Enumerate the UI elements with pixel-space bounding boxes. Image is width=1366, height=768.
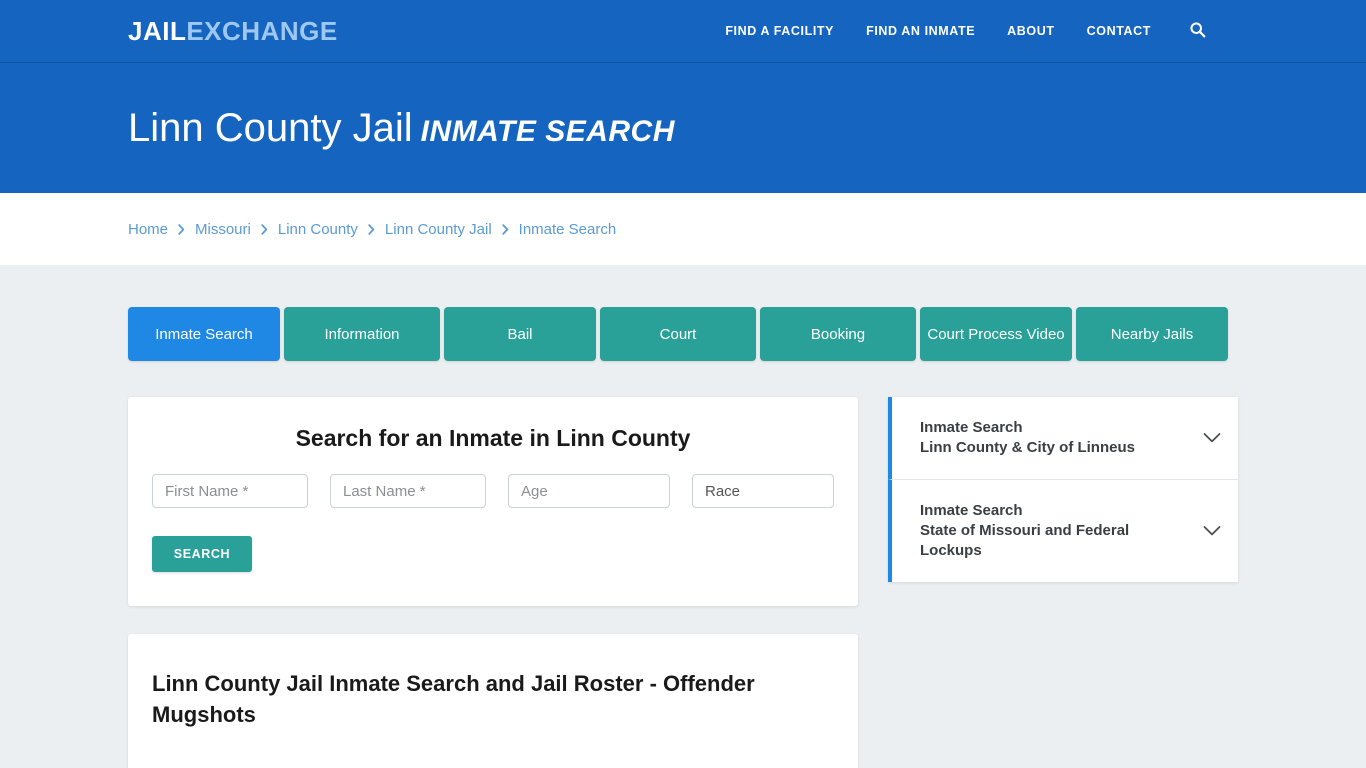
search-submit-button[interactable]: SEARCH [152, 536, 252, 572]
sidebar-item-inmate-search-state-federal[interactable]: Inmate Search State of Missouri and Fede… [888, 478, 1238, 582]
tab-information[interactable]: Information [284, 307, 440, 361]
nav-item-find-a-facility[interactable]: FIND A FACILITY [725, 24, 834, 38]
breadcrumb-bar: Home Missouri Linn County Linn County Ja… [0, 193, 1366, 265]
article-heading: Linn County Jail Inmate Search and Jail … [152, 671, 755, 728]
tab-booking[interactable]: Booking [760, 307, 916, 361]
first-name-input[interactable] [152, 474, 308, 508]
breadcrumb-item-linn-county-jail[interactable]: Linn County Jail [385, 221, 492, 238]
sidebar-accordion: Inmate Search Linn County & City of Linn… [888, 397, 1238, 582]
tab-court-process-video[interactable]: Court Process Video [920, 307, 1072, 361]
site-logo[interactable]: JAILEXCHANGE [128, 16, 338, 47]
breadcrumb: Home Missouri Linn County Linn County Ja… [128, 221, 616, 238]
main-column: Search for an Inmate in Linn County Race… [128, 397, 858, 768]
chevron-right-icon [177, 223, 186, 235]
nav-item-contact[interactable]: CONTACT [1087, 24, 1151, 38]
age-input[interactable] [508, 474, 670, 508]
sidebar: Inmate Search Linn County & City of Linn… [888, 397, 1238, 582]
page-title: Linn County Jail INMATE SEARCH [128, 106, 675, 150]
breadcrumb-item-inmate-search: Inmate Search [518, 220, 617, 238]
sidebar-item-subtitle: State of Missouri and Federal Lockups [920, 521, 1130, 559]
sidebar-item-label: Inmate Search State of Missouri and Fede… [920, 501, 1190, 561]
search-icon [1189, 21, 1206, 41]
page-title-main: Linn County Jail [128, 106, 413, 150]
sidebar-item-label: Inmate Search Linn County & City of Linn… [920, 418, 1190, 458]
logo-text-primary: JAIL [128, 15, 187, 46]
breadcrumb-item-missouri[interactable]: Missouri [195, 221, 251, 238]
chevron-down-icon [1202, 521, 1222, 541]
nav-item-find-an-inmate[interactable]: FIND AN INMATE [866, 24, 975, 38]
content-columns: Search for an Inmate in Linn County Race… [128, 397, 1238, 768]
page-title-sub: INMATE SEARCH [420, 115, 675, 148]
sidebar-item-title: Inmate Search [920, 501, 1023, 519]
race-select[interactable]: Race [692, 474, 834, 508]
last-name-input[interactable] [330, 474, 486, 508]
chevron-right-icon [260, 223, 269, 235]
chevron-right-icon [367, 223, 376, 235]
page-content: Inmate Search Information Bail Court Boo… [0, 265, 1366, 768]
search-heading: Search for an Inmate in Linn County [295, 425, 691, 451]
header-search-button[interactable] [1189, 21, 1206, 41]
chevron-right-icon [501, 223, 510, 235]
hero-banner: Linn County Jail INMATE SEARCH [0, 63, 1366, 193]
search-form-row: Race [152, 474, 834, 508]
tab-bail[interactable]: Bail [444, 307, 596, 361]
nav-item-about[interactable]: ABOUT [1007, 24, 1054, 38]
breadcrumb-item-home[interactable]: Home [128, 221, 168, 238]
logo-text-secondary: EXCHANGE [186, 15, 338, 46]
chevron-down-icon [1202, 428, 1222, 448]
article-line-1: Linn County Jail [152, 764, 834, 768]
article-card: Linn County Jail Inmate Search and Jail … [128, 634, 858, 768]
site-header: JAILEXCHANGE FIND A FACILITY FIND AN INM… [0, 0, 1366, 63]
tab-court[interactable]: Court [600, 307, 756, 361]
sidebar-item-subtitle: Linn County & City of Linneus [920, 438, 1135, 456]
sidebar-item-inmate-search-linn-county[interactable]: Inmate Search Linn County & City of Linn… [888, 397, 1238, 479]
main-navigation: FIND A FACILITY FIND AN INMATE ABOUT CON… [725, 21, 1206, 41]
tab-inmate-search[interactable]: Inmate Search [128, 307, 280, 361]
inmate-search-card: Search for an Inmate in Linn County Race… [128, 397, 858, 606]
sidebar-item-title: Inmate Search [920, 419, 1023, 436]
section-tabs: Inmate Search Information Bail Court Boo… [128, 265, 1238, 361]
tab-nearby-jails[interactable]: Nearby Jails [1076, 307, 1228, 361]
breadcrumb-item-linn-county[interactable]: Linn County [278, 221, 358, 238]
